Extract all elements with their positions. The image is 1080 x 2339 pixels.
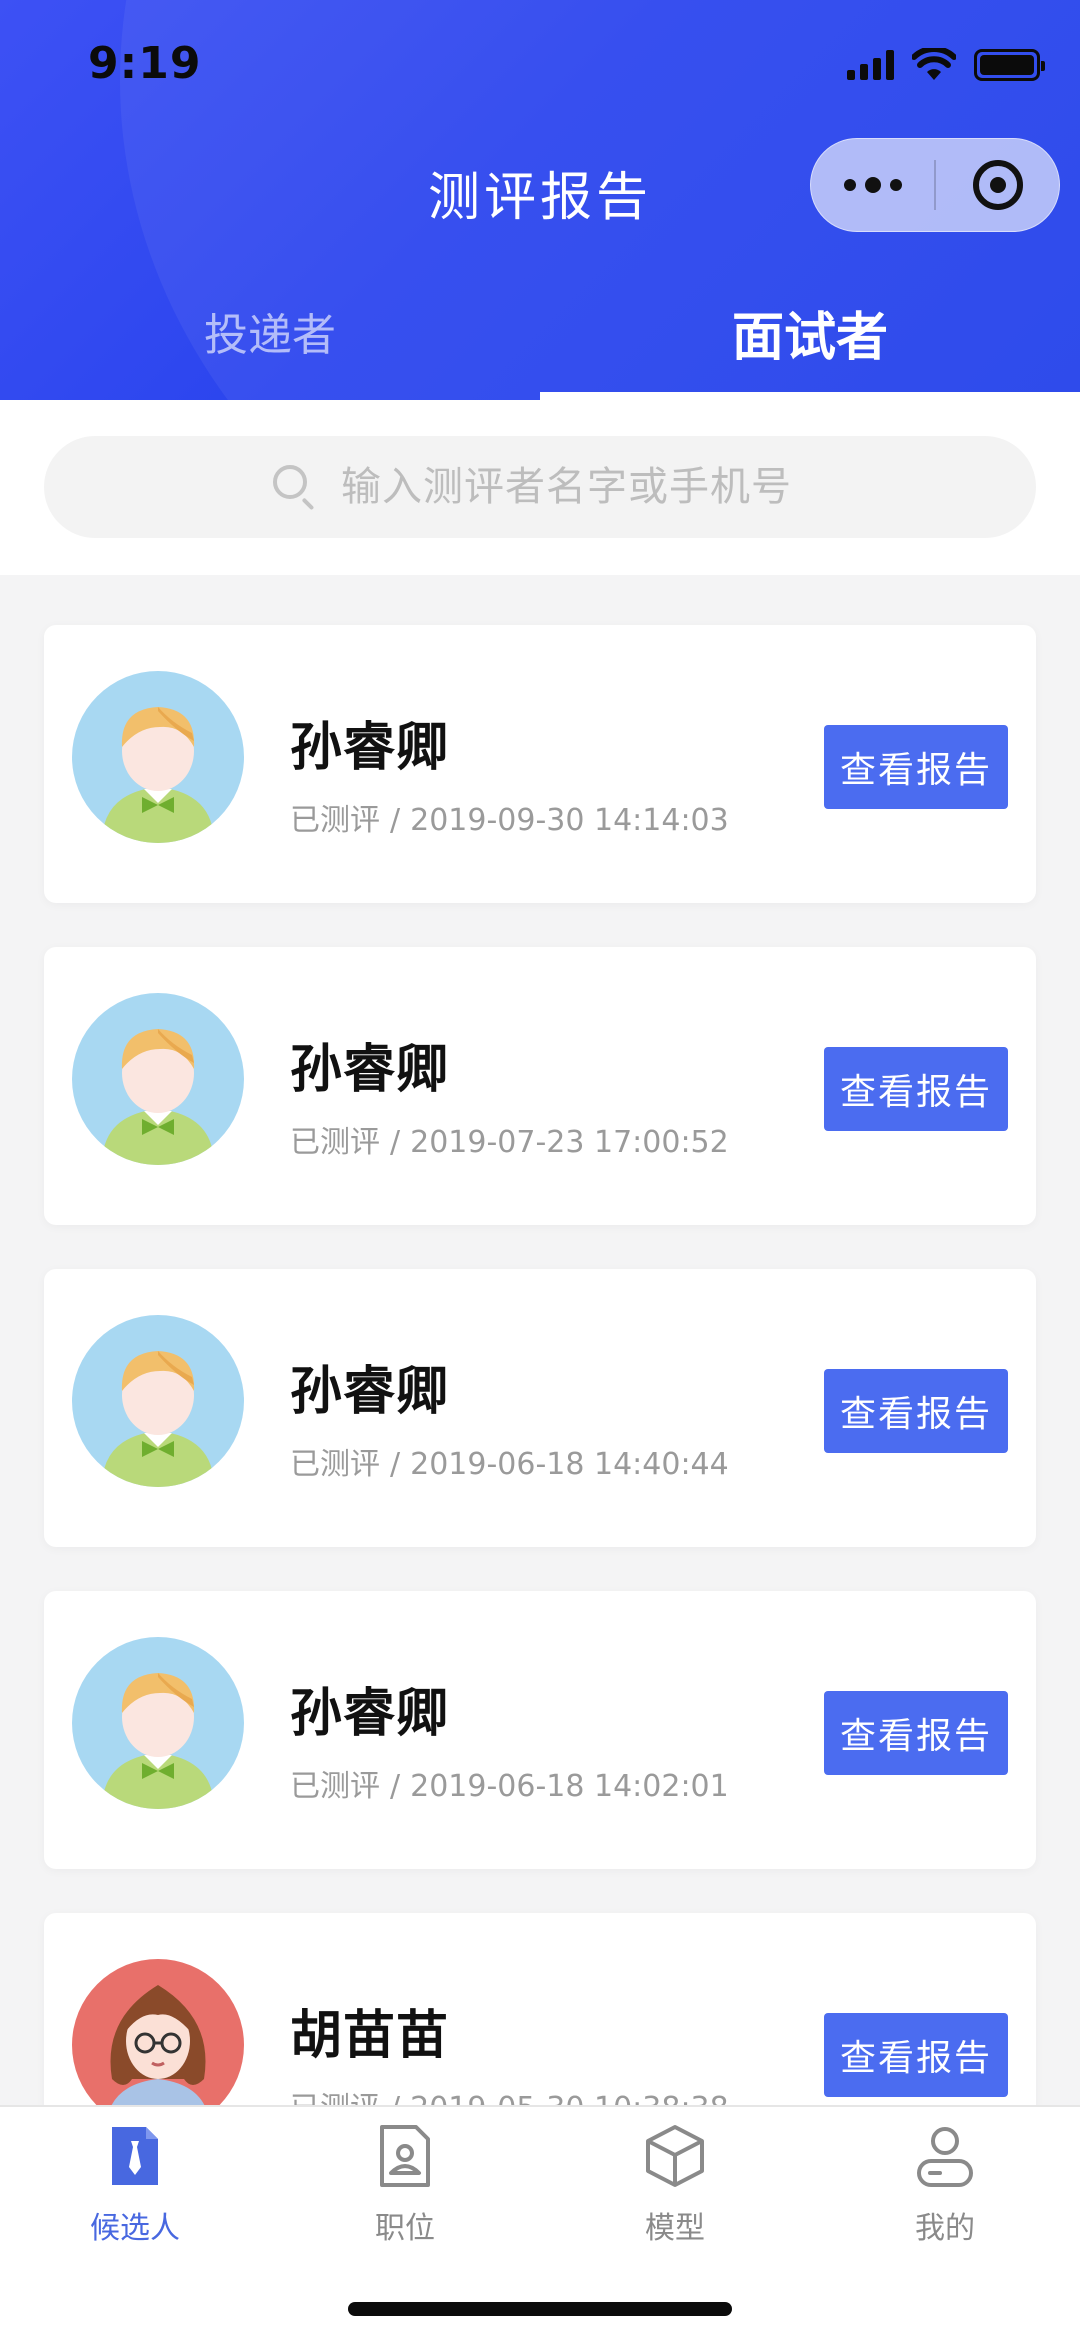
assessment-time: 2019-06-18 14:02:01: [410, 1769, 729, 1804]
view-report-button[interactable]: 查看报告: [824, 1691, 1008, 1775]
close-mini-program-icon[interactable]: [936, 138, 1059, 232]
list-item: 孙睿卿 已测评 / 2019-06-18 14:40:44 查看报告: [44, 1269, 1036, 1547]
assessment-info: 已测评 / 2019-06-18 14:40:44: [290, 1439, 729, 1483]
tabbar-item-candidates[interactable]: 候选人: [0, 2121, 270, 2247]
position-icon: [370, 2121, 440, 2191]
status-icons: [847, 48, 1045, 82]
tab-label: 面试者: [731, 308, 888, 368]
status-bar: 9:19: [0, 0, 1080, 130]
list-item: 胡苗苗 已测评 / 2019-05-30 10:38:38 查看报告: [44, 1913, 1036, 2105]
girl-avatar: [72, 1959, 244, 2105]
assessment-time: 2019-07-23 17:00:52: [410, 1125, 729, 1160]
candidate-name: 孙睿卿: [290, 718, 450, 778]
tabbar-item-models[interactable]: 模型: [540, 2121, 810, 2247]
search-area: [0, 400, 1080, 575]
tabbar-label: 候选人: [90, 2211, 180, 2246]
more-options-icon[interactable]: [811, 138, 934, 232]
separator: /: [390, 1769, 401, 1804]
active-tab-indicator: [540, 392, 1080, 400]
assessment-info: 已测评 / 2019-05-30 10:38:38: [290, 2083, 729, 2105]
tab-bar-top: 投递者 面试者: [0, 285, 1080, 400]
assessment-time: 2019-09-30 14:14:03: [410, 803, 729, 838]
candidate-name: 胡苗苗: [290, 2006, 450, 2066]
assessment-status: 已测评: [290, 1447, 380, 1482]
profile-icon: [910, 2121, 980, 2191]
assessment-status: 已测评: [290, 1125, 380, 1160]
candidate-name: 孙睿卿: [290, 1684, 450, 1744]
tabbar-label: 我的: [915, 2211, 975, 2246]
mini-program-capsule: [810, 138, 1060, 232]
separator: /: [390, 803, 401, 838]
boy-avatar: [72, 1637, 244, 1809]
tab-applicants[interactable]: 投递者: [0, 285, 540, 400]
boy-avatar: [72, 1315, 244, 1487]
tab-label: 投递者: [204, 310, 336, 361]
model-icon: [640, 2121, 710, 2191]
assessment-status: 已测评: [290, 2091, 380, 2105]
tabbar-label: 模型: [645, 2211, 705, 2246]
tabbar-item-profile[interactable]: 我的: [810, 2121, 1080, 2247]
view-report-button[interactable]: 查看报告: [824, 2013, 1008, 2097]
search-icon: [271, 463, 319, 511]
separator: /: [390, 2091, 400, 2105]
candidate-name: 孙睿卿: [290, 1362, 450, 1422]
assessment-info: 已测评 / 2019-06-18 14:02:01: [290, 1761, 729, 1805]
list-item: 孙睿卿 已测评 / 2019-06-18 14:02:01 查看报告: [44, 1591, 1036, 1869]
candidate-name: 孙睿卿: [290, 1040, 450, 1100]
header: 9:19 测评报告 投递者 面试者: [0, 0, 1080, 400]
assessment-info: 已测评 / 2019-07-23 17:00:52: [290, 1117, 729, 1161]
home-indicator: [348, 2302, 732, 2316]
assessment-status: 已测评: [290, 1769, 380, 1804]
battery-icon: [974, 49, 1045, 81]
candidate-icon: [100, 2121, 170, 2191]
status-time: 9:19: [88, 38, 202, 89]
boy-avatar: [72, 671, 244, 843]
assessment-time: 2019-05-30 10:38:38: [410, 2091, 729, 2105]
report-list: 孙睿卿 已测评 / 2019-09-30 14:14:03 查看报告 孙睿卿 已测评…: [0, 575, 1080, 2105]
search-input[interactable]: [339, 463, 809, 511]
separator: /: [390, 1125, 401, 1160]
view-report-button[interactable]: 查看报告: [824, 1369, 1008, 1453]
search-box[interactable]: [44, 436, 1036, 538]
view-report-button[interactable]: 查看报告: [824, 1047, 1008, 1131]
assessment-status: 已测评: [290, 803, 380, 838]
tabbar-item-positions[interactable]: 职位: [270, 2121, 540, 2247]
cellular-signal-icon: [847, 50, 894, 80]
tabbar-label: 职位: [375, 2211, 435, 2246]
view-report-button[interactable]: 查看报告: [824, 725, 1008, 809]
list-item: 孙睿卿 已测评 / 2019-07-23 17:00:52 查看报告: [44, 947, 1036, 1225]
separator: /: [390, 1447, 401, 1482]
tab-interviewees[interactable]: 面试者: [540, 285, 1080, 400]
wifi-icon: [912, 48, 956, 80]
assessment-info: 已测评 / 2019-09-30 14:14:03: [290, 795, 729, 839]
assessment-time: 2019-06-18 14:40:44: [410, 1447, 729, 1482]
boy-avatar: [72, 993, 244, 1165]
list-item: 孙睿卿 已测评 / 2019-09-30 14:14:03 查看报告: [44, 625, 1036, 903]
